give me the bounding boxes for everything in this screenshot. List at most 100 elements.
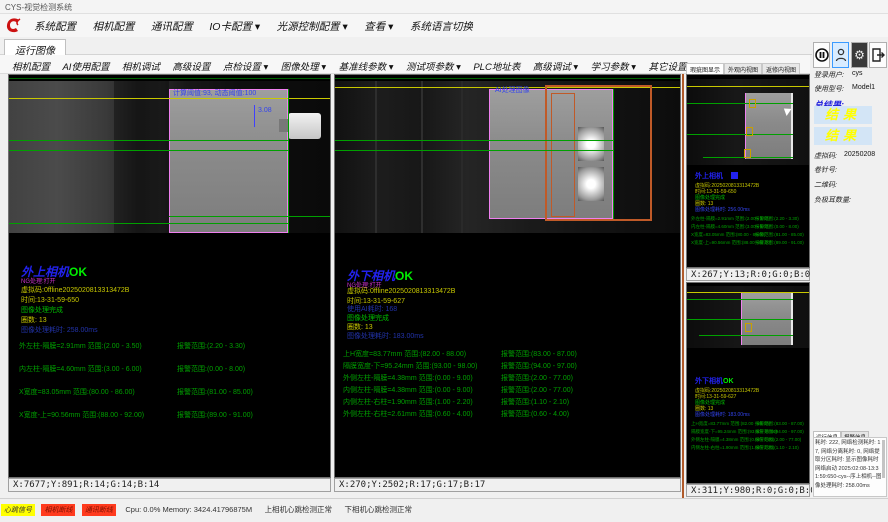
process-done-line: 图像处理完成	[21, 305, 63, 315]
overlay-line	[335, 140, 613, 141]
left-view-statusbar: X:7677;Y:891;R:14;G:14;B:14	[8, 478, 331, 492]
right-camera-view[interactable]: AI处理图像 外下相机OK NG处理:打开 虚拟码:0ffline2025020…	[334, 74, 681, 478]
overlay-line	[335, 78, 681, 79]
overlay-line	[288, 89, 289, 233]
camera-name: 外下相机	[695, 378, 723, 385]
menu-item-camera-config[interactable]: 相机配置	[86, 14, 140, 38]
tool-ai-config[interactable]: AI使用配置	[58, 55, 113, 76]
overlay-line	[9, 140, 288, 141]
measure-tick	[254, 105, 255, 127]
tool-spotcheck-settings[interactable]: 点检设置 ▾	[219, 55, 272, 76]
exit-icon	[871, 48, 885, 62]
barcode-line: 虚拟码:0ffline2025020813313472B	[347, 286, 455, 296]
menu-items: 系统配置 相机配置 通讯配置 IO卡配置 ▾ 光源控制配置 ▾ 查看 ▾ 系统语…	[28, 14, 479, 37]
overlay-line	[687, 299, 793, 300]
alarm-range: 报警范围:(83.00 - 87.00)	[501, 349, 577, 359]
metal-tab-highlight	[578, 127, 604, 161]
alarm-range: 报警范围:(1.10 - 2.10)	[755, 445, 799, 451]
log-view[interactable]: 耗时: 222, 网络检测耗时: 17, 网络分离耗时: 0, 网络提取分区耗时…	[813, 437, 887, 497]
metal-tab-highlight	[578, 167, 604, 201]
result-box-2: 结果	[814, 127, 872, 145]
small-view1-statusbar: X:267;Y:13;R:0;G:0;B:0	[686, 268, 810, 281]
pause-button[interactable]	[813, 42, 830, 68]
tool-plc-address[interactable]: PLC地址表	[469, 55, 524, 76]
elapsed-line: 图像处理耗时: 183.00ms	[347, 331, 424, 341]
control-panel: ⚙ 登录用户: cys 使用型号: Model1 总结果: 结果 结果 虚拟码:…	[812, 40, 888, 498]
ng-note: NG处理:打开	[21, 276, 56, 285]
vertical-splitter[interactable]	[682, 74, 684, 498]
measurement-row: 内侧左柱-右柱=1.90mm 范围:(1.00 - 2.20)	[343, 397, 473, 407]
turns-line: 圈数: 13	[21, 315, 47, 325]
exit-button[interactable]	[869, 42, 887, 68]
upper-camera-heartbeat-text: 上相机心跳检测正常	[265, 504, 333, 515]
small-camera-view-2[interactable]: 外下相机OK 虚拟码:2025020813313472B 时间:13-31-59…	[686, 282, 810, 484]
settings-button[interactable]: ⚙	[851, 42, 868, 68]
menu-item-view[interactable]: 查看 ▾	[358, 14, 399, 38]
overlay-line	[9, 223, 288, 224]
image-structure-line	[461, 81, 463, 233]
alarm-range: 报警范围:(89.00 - 91.00)	[755, 240, 804, 246]
alarm-range: 报警范围:(94.00 - 97.00)	[755, 429, 804, 435]
measurement-row: 隔膜宽度-下=95.24mm 范围:(93.00 - 98.00)	[343, 361, 477, 371]
elapsed-line: 图像处理耗时: 258.00ms	[21, 325, 98, 335]
overlay-line	[687, 319, 793, 320]
image-structure-line	[375, 81, 377, 233]
right-view-statusbar: X:270;Y:2502;R:17;G:17;B:17	[334, 478, 681, 492]
small-view-tabbar: 瑕疵图显示外观内视图返修内视图	[686, 59, 810, 73]
elapsed-line: 图像处理耗时: 256.00ms	[695, 206, 750, 213]
tool-baseline-params[interactable]: 基准线参数 ▾	[335, 55, 398, 76]
qr-code-label: 二维码:	[814, 180, 837, 190]
ai-overlay-text: AI处理图像	[495, 85, 530, 95]
menu-item-comm-config[interactable]: 通讯配置	[145, 14, 199, 38]
alarm-range: 报警范围:(2.00 - 77.00)	[755, 437, 801, 443]
measurement-row: 上H宽度=83.77mm 范围:(82.00 - 88.00)	[343, 349, 466, 359]
login-user-value: cys	[852, 70, 863, 77]
comm-offline-badge: 通讯断线	[82, 504, 116, 516]
tool-camera-debug[interactable]: 相机调试	[118, 55, 164, 76]
overlay-line	[613, 89, 614, 219]
measurement-row: X宽度-上=90.56mm 范围:(88.00 - 92.00)	[19, 410, 144, 420]
heartbeat-badge: 心跳信号	[1, 504, 35, 516]
overlay-line	[9, 150, 288, 151]
defect-marker	[745, 323, 752, 332]
camera-result-title: 外上相机	[695, 171, 723, 181]
overlay-line	[699, 335, 793, 336]
user-icon	[835, 48, 847, 62]
gear-icon: ⚙	[854, 48, 865, 62]
tool-camera-config[interactable]: 相机配置	[8, 55, 54, 76]
alarm-range: 报警范围:(2.20 - 3.30)	[177, 341, 245, 351]
menu-item-light-config[interactable]: 光源控制配置 ▾	[271, 14, 354, 38]
menu-item-language[interactable]: 系统语言切换	[404, 14, 479, 38]
barcode-line: 虚拟码:0ffline2025020813313472B	[21, 285, 129, 295]
tool-learning-params[interactable]: 学习参数 ▾	[587, 55, 640, 76]
measurement-row: 内左柱-隔膜=4.60mm 范围:(3.00 - 6.00)	[19, 364, 142, 374]
tool-advanced-debug[interactable]: 高级调试 ▾	[529, 55, 582, 76]
alarm-range: 报警范围:(1.10 - 2.10)	[501, 397, 569, 407]
defect-marker	[746, 127, 753, 136]
small-camera-view-1[interactable]: 外上相机 虚拟码:2025020813313472B 时间:13-31-59-6…	[686, 74, 810, 268]
cpu-memory-text: Cpu: 0.0% Memory: 3424.41796875M	[125, 505, 252, 514]
alarm-range: 报警范围:(94.00 - 97.00)	[501, 361, 577, 371]
result-ok: OK	[723, 378, 734, 385]
image-shadow-band	[114, 81, 169, 233]
log-scrollbar[interactable]	[882, 440, 885, 478]
menu-item-system-config[interactable]: 系统配置	[28, 14, 82, 38]
alarm-range: 报警范围:(2.20 - 3.30)	[755, 216, 799, 222]
menu-item-io-config[interactable]: IO卡配置 ▾	[203, 14, 266, 38]
left-camera-view[interactable]: 3.08 计算阈值:93, 动态阈值:100 外上相机OK NG处理:打开 虚拟…	[8, 74, 331, 478]
overlay-line	[687, 86, 810, 87]
app-logo-icon	[4, 16, 24, 35]
tool-advanced-settings[interactable]: 高级设置	[168, 55, 214, 76]
result-ok: OK	[395, 269, 413, 283]
measurement-row: 外侧左柱-隔膜=4.38mm 范围:(0.00 - 9.00)	[343, 373, 473, 383]
negative-tab-count-label: 负极耳数量:	[814, 195, 851, 205]
user-login-button[interactable]	[832, 42, 849, 68]
result-indicator	[731, 172, 738, 179]
log-text: 耗时: 222, 网络检测耗时: 17, 网络分离耗时: 0, 网络提取分区耗时…	[815, 439, 883, 490]
alarm-range: 报警范围:(0.60 - 4.00)	[501, 409, 569, 419]
tool-image-processing[interactable]: 图像处理 ▾	[277, 55, 330, 76]
elapsed-line: 图像处理耗时: 183.00ms	[695, 411, 750, 418]
measurement-row: 内侧左柱-隔膜=4.38mm 范围:(0.00 - 9.00)	[343, 385, 473, 395]
measure-value: 3.08	[258, 107, 272, 114]
tool-test-params[interactable]: 测试项参数 ▾	[402, 55, 465, 76]
